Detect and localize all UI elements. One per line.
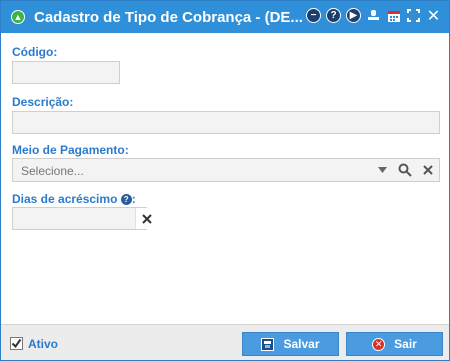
save-label: Salvar bbox=[283, 337, 320, 351]
search-icon[interactable] bbox=[394, 159, 416, 181]
calendar-icon[interactable] bbox=[386, 8, 401, 23]
close-circle-icon: ✕ bbox=[372, 337, 386, 351]
fullscreen-icon[interactable] bbox=[406, 8, 421, 23]
play-icon[interactable]: ▶ bbox=[346, 8, 361, 23]
codigo-field[interactable] bbox=[12, 61, 120, 84]
clear-icon[interactable] bbox=[417, 159, 439, 181]
dias-acrescimo-text: Dias de acréscimo bbox=[12, 192, 118, 206]
dialog-footer: Ativo Salvar ✕ Sair bbox=[1, 324, 449, 360]
title-bar[interactable]: ▲ Cadastro de Tipo de Cobrança - (DE... … bbox=[1, 1, 449, 33]
help-icon[interactable]: ? bbox=[120, 194, 132, 205]
save-button[interactable]: Salvar bbox=[242, 332, 339, 356]
meio-pagamento-select[interactable]: Selecione... bbox=[12, 158, 440, 182]
dialog-window: ▲ Cadastro de Tipo de Cobrança - (DE... … bbox=[0, 0, 450, 361]
descricao-field[interactable] bbox=[12, 111, 440, 134]
add-circle-icon: ▲ bbox=[11, 10, 25, 24]
dias-acrescimo-label: Dias de acréscimo ?: bbox=[12, 192, 136, 206]
exit-button[interactable]: ✕ Sair bbox=[346, 332, 443, 356]
window-title: Cadastro de Tipo de Cobrança - (DE... bbox=[34, 8, 303, 26]
clear-icon[interactable] bbox=[135, 208, 157, 229]
dias-acrescimo-suffix: : bbox=[131, 192, 136, 206]
floppy-disk-icon bbox=[261, 337, 275, 351]
meio-pagamento-label: Meio de Pagamento: bbox=[12, 143, 129, 157]
exit-label: Sair bbox=[394, 337, 417, 351]
title-toolbar: − ? ▶ ✕ bbox=[306, 8, 441, 25]
meio-pagamento-placeholder: Selecione... bbox=[21, 164, 84, 178]
dropdown-arrow-icon[interactable] bbox=[371, 159, 393, 181]
codigo-label: Código: bbox=[12, 45, 58, 59]
help-icon[interactable]: ? bbox=[326, 8, 341, 23]
minimize-icon[interactable]: − bbox=[306, 8, 321, 23]
ativo-label[interactable]: Ativo bbox=[28, 337, 58, 351]
dias-acrescimo-field[interactable] bbox=[12, 207, 157, 230]
descricao-label: Descrição: bbox=[12, 95, 74, 109]
close-icon[interactable]: ✕ bbox=[426, 8, 441, 25]
stamp-icon[interactable] bbox=[366, 8, 381, 23]
ativo-checkbox[interactable] bbox=[10, 337, 23, 350]
